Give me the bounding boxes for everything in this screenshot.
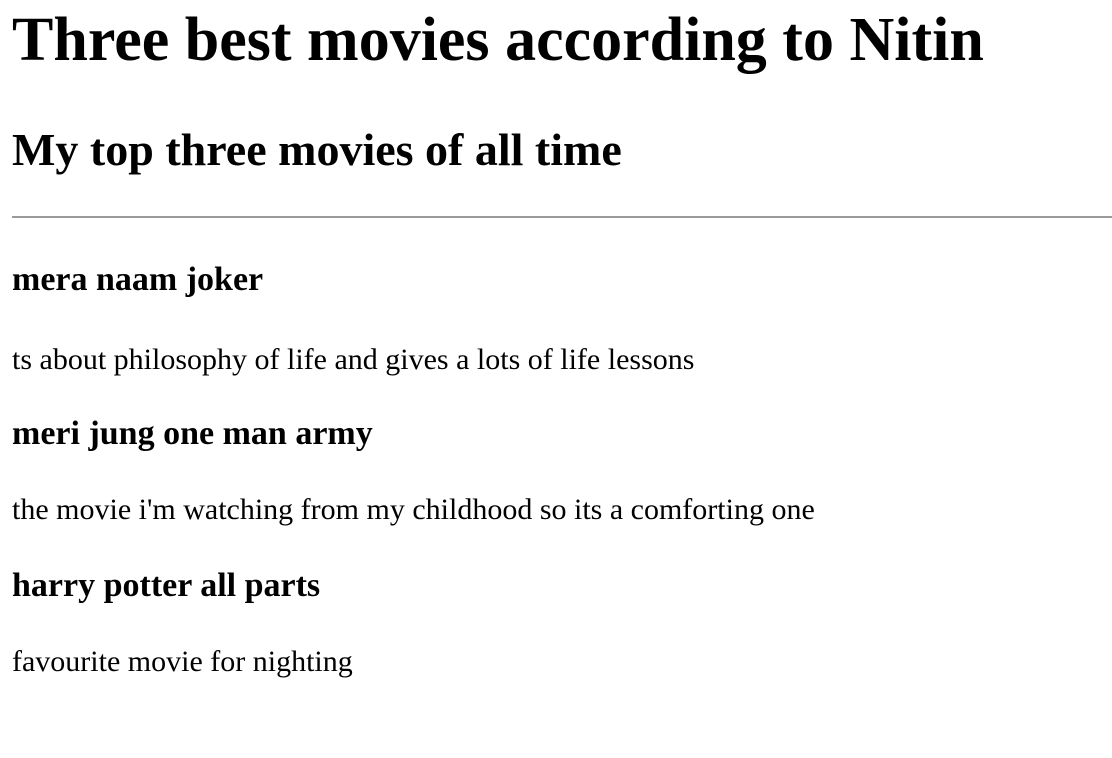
movie-description: ts about philosophy of life and gives a …	[12, 343, 695, 376]
movie-description: favourite movie for nighting	[12, 645, 353, 678]
page-subtitle: My top three movies of all time	[12, 124, 622, 175]
movie-title: harry potter all parts	[12, 567, 321, 604]
page-title: Three best movies according to Nitin	[12, 6, 984, 74]
movie-title: meri jung one man army	[12, 415, 373, 452]
movie-description: the movie i'm watching from my childhood…	[12, 493, 815, 526]
page-content: Three best movies according to Nitin My …	[0, 0, 1112, 680]
movie-title: mera naam joker	[12, 261, 264, 298]
